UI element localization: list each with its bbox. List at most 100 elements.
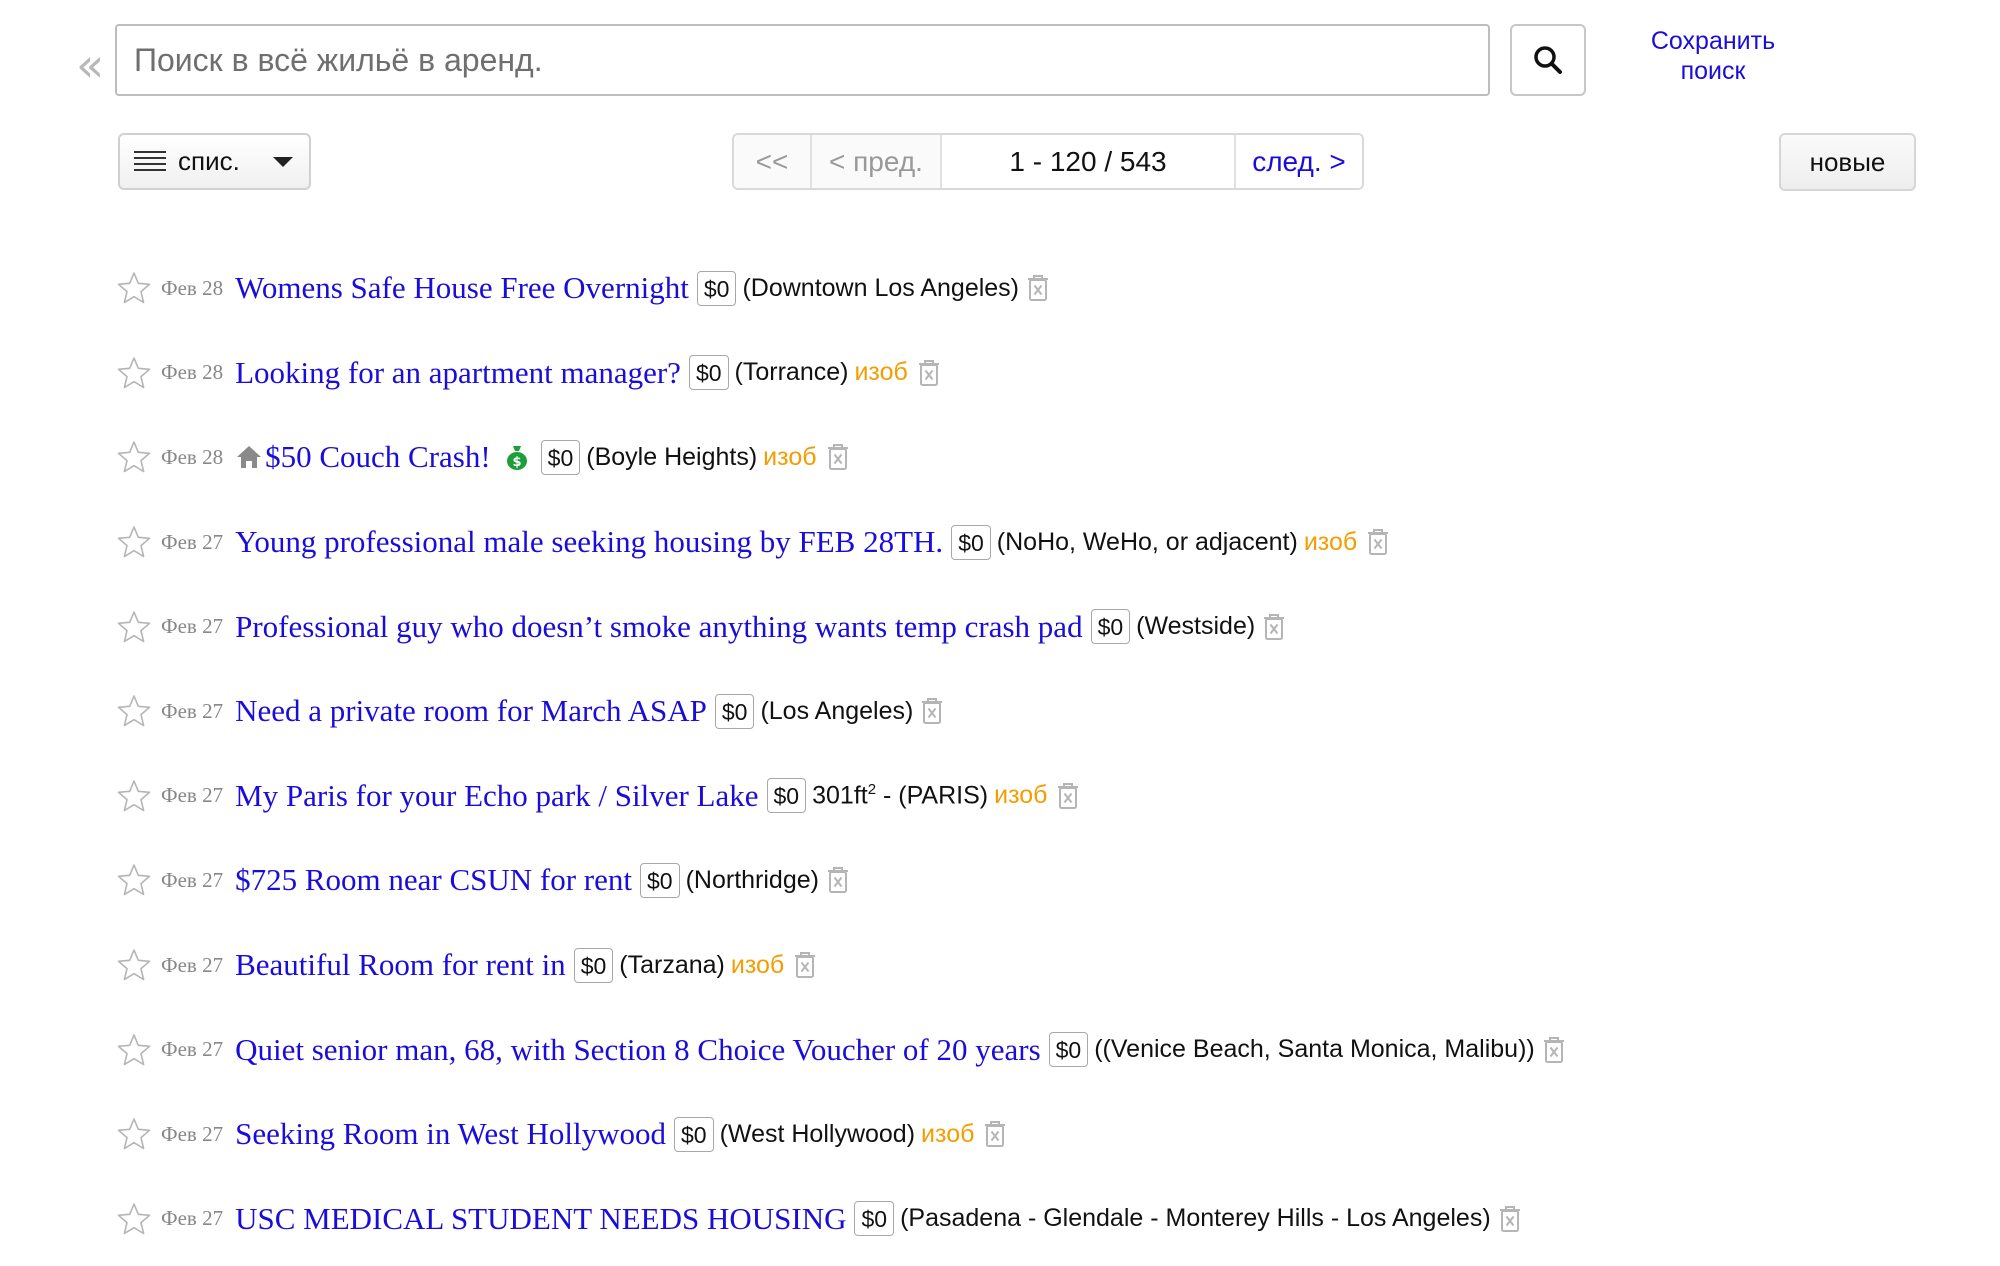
hide-listing-icon[interactable] <box>825 866 851 894</box>
listing-date: Фев 28 <box>161 275 224 300</box>
listing-row: Фев 28 Womens Safe House Free Overnight $0… <box>117 246 1977 331</box>
listing-title-link[interactable]: USC MEDICAL STUDENT NEEDS HOUSING <box>235 1201 846 1237</box>
save-search-label-line2: поиск <box>1680 57 1746 85</box>
listing-neighborhood: ((Venice Beach, Santa Monica, Malibu)) <box>1094 1035 1535 1064</box>
listing-neighborhood: (Westside) <box>1136 612 1256 641</box>
listing-price: $0 <box>1090 609 1131 645</box>
next-page-button[interactable]: след. > <box>1236 135 1362 188</box>
svg-text:$: $ <box>512 455 521 470</box>
listing-size: 301ft2 - (PARIS) <box>812 781 988 810</box>
save-search-label-line1: Сохранить <box>1650 27 1776 55</box>
listing-price: $0 <box>714 693 755 729</box>
listing-date: Фев 28 <box>161 444 224 469</box>
save-search-link[interactable]: Сохранить поиск <box>1618 26 1808 86</box>
hide-listing-icon[interactable] <box>1497 1205 1523 1233</box>
search-icon <box>1534 46 1562 74</box>
listing-title-link[interactable]: Professional guy who doesn’t smoke anyth… <box>235 609 1083 645</box>
listing-title-link[interactable]: Need a private room for March ASAP <box>235 693 707 729</box>
listing-title-link[interactable]: My Paris for your Echo park / Silver Lak… <box>235 778 758 814</box>
listing-size-exponent: 2 <box>867 781 877 799</box>
listing-row: Фев 27 Beautiful Room for rent in $0 (Tarza… <box>117 923 1977 1008</box>
has-image-tag: изоб <box>921 1119 975 1148</box>
listing-row: Фев 27 Young professional male seeking ho… <box>117 500 1977 585</box>
listing-price: $0 <box>674 1116 714 1152</box>
favorite-star-icon[interactable] <box>117 863 151 897</box>
listing-title-link[interactable]: Young professional male seeking housing … <box>235 524 943 560</box>
listing-neighborhood: (NoHo, WeHo, or adjacent) <box>996 527 1298 556</box>
view-mode-dropdown[interactable]: спис. <box>118 133 311 190</box>
view-mode-label: спис. <box>178 146 240 176</box>
listing-title-link[interactable]: $50 Couch Crash! <box>265 439 491 475</box>
listing-price: $0 <box>1048 1032 1089 1068</box>
listing-row: Фев 27 My Paris for your Echo park / Silv… <box>117 754 1977 839</box>
previous-page-button[interactable]: < пред. <box>812 135 942 188</box>
listing-title-link[interactable]: Looking for an apartment manager? <box>235 355 681 391</box>
listing-price: $0 <box>540 439 581 475</box>
hide-listing-icon[interactable] <box>982 1120 1008 1148</box>
listing-title-link[interactable]: Quiet senior man, 68, with Section 8 Cho… <box>235 1032 1041 1068</box>
listing-neighborhood: - (PARIS) <box>876 781 989 810</box>
favorite-star-icon[interactable] <box>117 610 151 644</box>
hide-listing-icon[interactable] <box>825 443 851 471</box>
listing-title-link[interactable]: $725 Room near CSUN for rent <box>235 862 632 898</box>
hide-listing-icon[interactable] <box>1365 528 1391 556</box>
results-list: Фев 28 Womens Safe House Free Overnight $0… <box>117 246 1977 1261</box>
listing-date: Фев 27 <box>161 867 224 892</box>
chevron-down-icon <box>273 156 293 167</box>
has-image-tag: изоб <box>730 950 785 979</box>
favorite-star-icon[interactable] <box>117 1033 151 1067</box>
listing-title-link[interactable]: Seeking Room in West Hollywood <box>235 1116 666 1152</box>
listing-price: $0 <box>696 270 737 306</box>
favorite-star-icon[interactable] <box>117 779 151 813</box>
listing-title-link[interactable]: Beautiful Room for rent in <box>235 947 566 983</box>
listing-price: $0 <box>951 524 991 560</box>
hide-listing-icon[interactable] <box>919 697 945 725</box>
hide-listing-icon[interactable] <box>916 359 942 387</box>
hide-listing-icon[interactable] <box>1025 274 1051 302</box>
favorite-star-icon[interactable] <box>117 440 151 474</box>
has-image-tag: изоб <box>763 442 817 471</box>
favorite-star-icon[interactable] <box>117 1202 151 1236</box>
listing-price: $0 <box>766 778 807 814</box>
listing-date: Фев 28 <box>161 360 224 385</box>
hide-listing-icon[interactable] <box>1541 1036 1567 1064</box>
favorite-star-icon[interactable] <box>117 356 151 390</box>
favorite-star-icon[interactable] <box>117 694 151 728</box>
has-image-tag: изоб <box>1303 527 1358 556</box>
listing-neighborhood: (Los Angeles) <box>760 696 914 725</box>
listing-price: $0 <box>688 355 729 391</box>
hide-listing-icon[interactable] <box>1055 782 1081 810</box>
listing-price: $0 <box>573 947 614 983</box>
listing-title-link[interactable]: Womens Safe House Free Overnight <box>235 270 689 306</box>
search-input[interactable] <box>115 24 1490 96</box>
house-icon <box>235 443 263 471</box>
listing-size-value: 301ft <box>812 781 868 810</box>
first-page-button[interactable]: << <box>734 135 812 188</box>
hide-listing-icon[interactable] <box>792 951 818 979</box>
listing-neighborhood: (Downtown Los Angeles) <box>742 273 1020 302</box>
sort-dropdown[interactable]: новые <box>1779 133 1916 191</box>
listing-neighborhood: (Boyle Heights) <box>586 442 758 471</box>
money-bag-icon: $ <box>505 443 529 471</box>
listing-row: Фев 27 $725 Room near CSUN for rent $0 (Nor… <box>117 838 1977 923</box>
listing-date: Фев 27 <box>161 1121 224 1146</box>
favorite-star-icon[interactable] <box>117 525 151 559</box>
list-view-icon <box>134 150 166 173</box>
listing-date: Фев 27 <box>161 1037 224 1062</box>
listing-row: Фев 28 $50 Couch Crash! $ $0 (Boyle Heights)… <box>117 415 1977 500</box>
listing-date: Фев 27 <box>161 952 224 977</box>
collapse-sidebar-icon[interactable]: « <box>76 42 104 88</box>
hide-listing-icon[interactable] <box>1261 613 1287 641</box>
favorite-star-icon[interactable] <box>117 1117 151 1151</box>
listing-price: $0 <box>854 1201 895 1237</box>
listing-neighborhood: (West Hollywood) <box>719 1119 916 1148</box>
listing-date: Фев 27 <box>161 614 224 639</box>
has-image-tag: изоб <box>994 781 1048 810</box>
search-button[interactable] <box>1510 24 1586 96</box>
listing-neighborhood: (Pasadena - Glendale - Monterey Hills - … <box>900 1204 1491 1233</box>
listing-row: Фев 27 USC MEDICAL STUDENT NEEDS HOUSING $… <box>117 1177 1977 1262</box>
favorite-star-icon[interactable] <box>117 948 151 982</box>
has-image-tag: изоб <box>854 358 908 387</box>
pagination: << < пред. 1 - 120 / 543 след. > <box>732 133 1364 190</box>
favorite-star-icon[interactable] <box>117 271 151 305</box>
